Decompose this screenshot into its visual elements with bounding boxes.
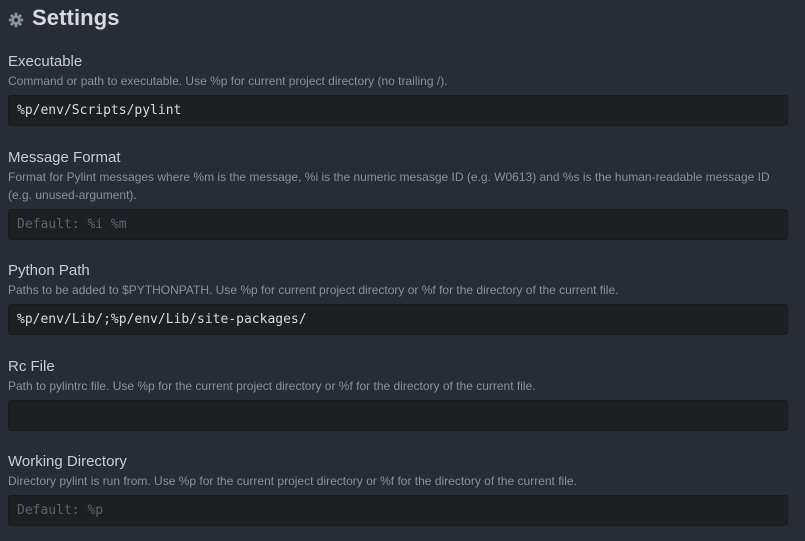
setting-label: Message Format: [8, 149, 121, 166]
page-title: Settings: [32, 5, 120, 30]
working-directory-input[interactable]: Default: %p: [8, 495, 788, 526]
executable-input[interactable]: %p/env/Scripts/pylint: [8, 95, 788, 126]
setting-label: Rc File: [8, 358, 55, 375]
rc-file-input[interactable]: [8, 400, 788, 431]
settings-panel: Settings Executable Command or path to e…: [0, 0, 805, 541]
setting-description: Format for Pylint messages where %m is t…: [8, 170, 770, 202]
setting-rc-file: Rc File Path to pylintrc file. Use %p fo…: [8, 358, 788, 431]
setting-message-format: Message Format Format for Pylint message…: [8, 149, 788, 240]
setting-label: Working Directory: [8, 453, 127, 470]
setting-description: Path to pylintrc file. Use %p for the cu…: [8, 379, 536, 393]
setting-working-directory: Working Directory Directory pylint is ru…: [8, 453, 788, 526]
setting-executable: Executable Command or path to executable…: [8, 53, 788, 126]
settings-header: Settings: [8, 4, 120, 32]
setting-python-path: Python Path Paths to be added to $PYTHON…: [8, 262, 788, 335]
setting-description: Command or path to executable. Use %p fo…: [8, 74, 448, 88]
message-format-input[interactable]: Default: %i %m: [8, 209, 788, 240]
python-path-input[interactable]: %p/env/Lib/;%p/env/Lib/site-packages/: [8, 304, 788, 335]
setting-label: Executable: [8, 53, 83, 70]
setting-description: Directory pylint is run from. Use %p for…: [8, 474, 577, 488]
setting-description: Paths to be added to $PYTHONPATH. Use %p…: [8, 283, 619, 297]
setting-label: Python Path: [8, 262, 90, 279]
gear-icon: [8, 12, 24, 28]
